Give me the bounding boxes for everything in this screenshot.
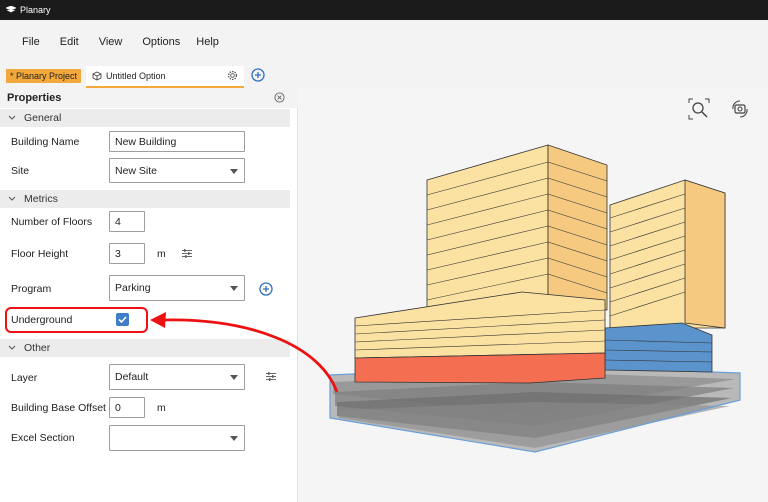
annotation-highlight-box [5,307,148,333]
add-program-icon[interactable] [259,282,273,296]
building-name-input[interactable]: New Building [109,131,245,152]
building-model [329,144,741,453]
gear-icon[interactable] [227,70,238,81]
section-metrics[interactable]: Metrics [0,190,290,208]
layer-value: Default [115,371,149,383]
layer-label: Layer [11,372,38,384]
building-base-offset-unit: m [157,402,166,414]
tab-bar: * Planary Project Untitled Option [0,64,768,88]
program-label: Program [11,283,52,295]
dropdown-caret-icon [230,436,238,441]
layer-select[interactable]: Default [109,364,245,390]
building-name-label: Building Name [11,136,80,148]
section-other-label: Other [24,342,51,354]
program-select[interactable]: Parking [109,275,245,301]
planary-logo-icon [6,6,16,13]
program-value: Parking [115,282,151,294]
menu-options[interactable]: Options [142,36,180,48]
site-label: Site [11,165,30,177]
add-tab-icon[interactable] [251,68,265,82]
title-bar: Planary [0,0,768,20]
sliders-icon[interactable] [265,371,277,382]
excel-section-label: Excel Section [11,432,75,444]
properties-panel: Properties General Building Name New Bui… [0,88,298,502]
tab-project[interactable]: * Planary Project [6,69,82,83]
tab-option-label: Untitled Option [106,71,166,81]
chevron-down-icon [8,196,16,201]
menu-file[interactable]: File [22,36,40,48]
panel-title: Properties [7,92,62,104]
site-value: New Site [115,164,158,177]
menu-help[interactable]: Help [196,36,219,48]
floor-height-input[interactable]: 3 [109,243,145,264]
3d-viewport[interactable] [298,88,768,502]
tab-option[interactable]: Untitled Option [86,66,244,88]
window-title: Planary [20,5,51,15]
left-tower [426,144,608,313]
site-select[interactable]: New Site [109,158,245,183]
dropdown-caret-icon [230,168,238,174]
building-base-offset-input[interactable]: 0 [109,397,145,418]
floor-height-label: Floor Height [11,248,69,260]
chevron-down-icon [8,345,16,350]
cube-icon [92,71,102,81]
podium [354,291,606,384]
menu-edit[interactable]: Edit [60,36,79,48]
close-icon[interactable] [274,92,285,103]
number-of-floors-label: Number of Floors [11,216,93,228]
building-base-offset-label: Building Base Offset [11,402,106,414]
panel-header: Properties [0,88,298,108]
excel-section-select[interactable] [109,425,245,451]
chevron-down-icon [8,115,16,120]
section-general-label: General [24,112,62,124]
dropdown-caret-icon [230,286,238,291]
section-metrics-label: Metrics [24,193,58,205]
menu-view[interactable]: View [99,36,123,48]
floor-height-unit: m [157,248,166,260]
section-general[interactable]: General [0,109,290,127]
section-other[interactable]: Other [0,339,290,357]
menu-bar: File Edit View Options Help [0,20,768,64]
right-tower [604,179,726,373]
dropdown-caret-icon [230,375,238,380]
sliders-icon[interactable] [181,248,193,259]
number-of-floors-input[interactable]: 4 [109,211,145,232]
